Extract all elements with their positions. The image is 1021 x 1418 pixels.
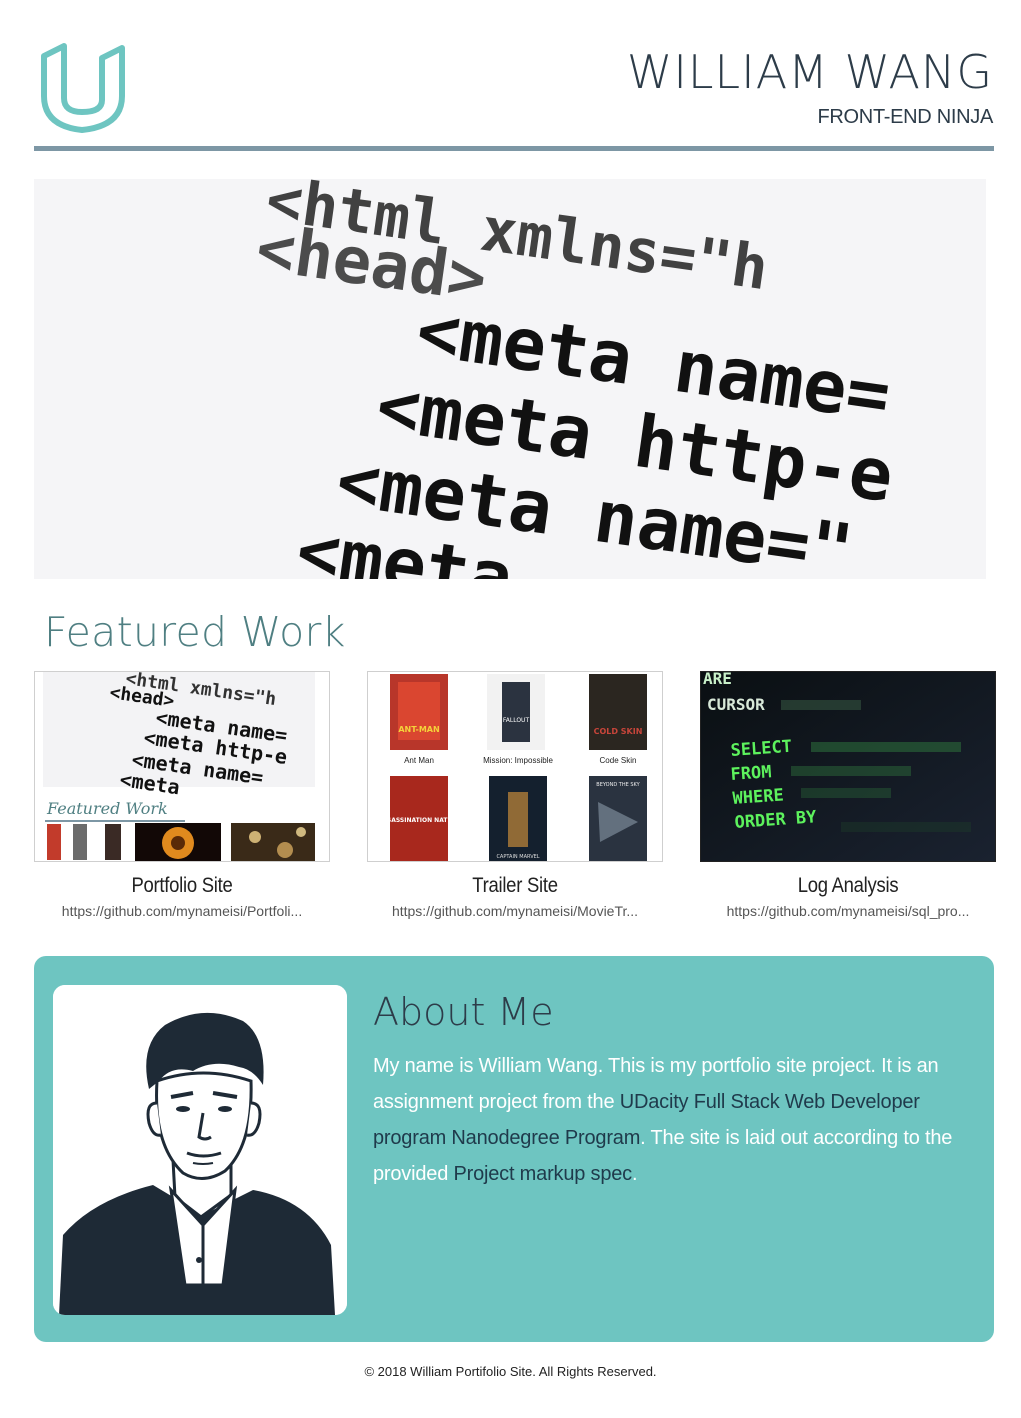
project-card-portfolio[interactable]: <html xmlns="h <head> <meta name= <meta … <box>34 671 330 919</box>
poster-title: FALLOUT <box>503 717 530 724</box>
thumb-mini-heading: Featured Work <box>46 799 168 818</box>
spec-link[interactable]: Project markup spec <box>453 1163 632 1185</box>
about-heading: About Me <box>373 990 554 1034</box>
project-thumbnail[interactable]: ANT-MAN FALLOUT COLD SKIN Ant Man Missio… <box>367 671 663 862</box>
profile-portrait <box>53 985 347 1315</box>
about-text-segment: . <box>631 1163 638 1185</box>
movie-caption: Mission: Impossible <box>483 756 553 765</box>
sql-keyword: FROM <box>730 762 772 785</box>
site-footer: © 2018 William Portifolio Site. All Righ… <box>364 1364 657 1379</box>
project-link[interactable]: https://github.com/mynameisi/sql_pro... <box>700 903 996 919</box>
project-title: Trailer Site <box>472 874 558 897</box>
udacity-link[interactable]: UDacity <box>620 1091 689 1113</box>
project-title: Portfolio Site <box>131 874 233 897</box>
project-thumbnail[interactable]: ARE CURSOR SELECT FROM WHERE ORDER BY <box>700 671 996 862</box>
site-owner-name: WILLIAM WANG <box>626 45 993 99</box>
about-paragraph: My name is William Wang. This is my port… <box>373 1048 973 1192</box>
poster-title: BEYOND THE SKY <box>596 782 640 788</box>
sql-keyword: WHERE <box>732 785 784 809</box>
project-title: Log Analysis <box>797 874 899 897</box>
project-link[interactable]: https://github.com/mynameisi/MovieTr... <box>367 903 663 919</box>
project-link[interactable]: https://github.com/mynameisi/Portfoli... <box>34 903 330 919</box>
hero-image: <html xmlns="h <head> <meta name= <meta … <box>34 179 986 579</box>
movie-caption: Code Skin <box>600 756 637 765</box>
sql-keyword: ARE <box>703 672 732 688</box>
movie-caption: Ant Man <box>404 756 434 765</box>
project-card-log-analysis[interactable]: ARE CURSOR SELECT FROM WHERE ORDER BY Lo… <box>700 671 996 919</box>
udacity-logo-icon[interactable] <box>38 40 128 136</box>
about-section: About Me My name is William Wang. This i… <box>34 956 994 1342</box>
poster-title: CAPTAIN MARVEL <box>496 854 539 860</box>
site-owner-role: FRONT-END NINJA <box>817 106 993 128</box>
poster-title: COLD SKIN <box>594 727 643 736</box>
project-card-trailer[interactable]: ANT-MAN FALLOUT COLD SKIN Ant Man Missio… <box>367 671 663 919</box>
sql-keyword: SELECT <box>730 737 793 761</box>
poster-title: ASSASSINATION NATION <box>378 817 460 824</box>
project-thumbnail[interactable]: <html xmlns="h <head> <meta name= <meta … <box>34 671 330 862</box>
poster-title: ANT-MAN <box>398 725 439 734</box>
sql-keyword: CURSOR <box>707 695 765 714</box>
header-divider <box>34 146 994 151</box>
featured-work-heading: Featured Work <box>44 608 346 656</box>
